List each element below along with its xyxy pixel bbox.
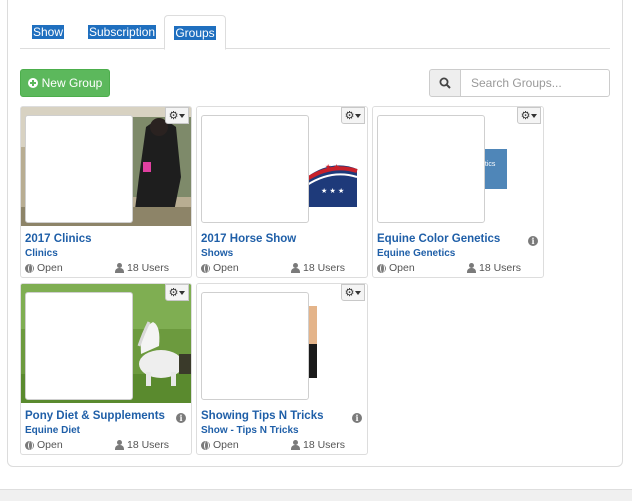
new-group-button[interactable]: New Group xyxy=(20,69,110,97)
group-title[interactable]: Equine Color Genetics xyxy=(377,233,500,245)
group-card[interactable]: ⚙ Pony Diet & Supplements i Equine Diet … xyxy=(20,283,192,455)
tab-label: Subscription xyxy=(88,25,157,39)
chevron-down-icon xyxy=(179,290,186,295)
group-thumbnail xyxy=(201,115,309,223)
user-icon xyxy=(466,263,476,273)
group-image: ⚙ xyxy=(21,107,191,226)
group-card[interactable]: ⚙ Showing Tips N Tricks i Show - Tips N … xyxy=(196,283,368,455)
user-icon xyxy=(114,440,124,450)
card-options-button[interactable]: ⚙ xyxy=(341,284,365,301)
group-thumbnail xyxy=(25,292,133,400)
gear-icon: ⚙ xyxy=(168,286,179,299)
gear-icon: ⚙ xyxy=(520,109,531,122)
tab-label: Show xyxy=(32,25,65,39)
group-users: 18 Users xyxy=(466,262,521,274)
group-status: Open xyxy=(25,439,63,451)
svg-text:★ ★ ★: ★ ★ ★ xyxy=(321,187,344,195)
group-status: Open xyxy=(201,262,239,274)
status-text: Open xyxy=(37,439,63,451)
globe-icon xyxy=(201,440,210,450)
group-card[interactable]: ★ ★ ★ ★ ★ ⚙ 2017 Horse Show Shows Open 1… xyxy=(196,106,368,278)
group-users: 18 Users xyxy=(114,262,169,274)
group-title[interactable]: Pony Diet & Supplements xyxy=(25,410,165,422)
status-text: Open xyxy=(389,262,415,274)
users-count: 18 Users xyxy=(302,439,345,451)
globe-icon xyxy=(201,263,210,273)
globe-icon xyxy=(25,263,34,273)
tab-subscription[interactable]: Subscription xyxy=(88,15,157,49)
group-subtitle[interactable]: Equine Diet xyxy=(25,425,80,436)
gear-icon: ⚙ xyxy=(344,109,355,122)
group-status: Open xyxy=(201,439,239,451)
group-title[interactable]: 2017 Horse Show xyxy=(201,233,296,245)
card-options-button[interactable]: ⚙ xyxy=(165,284,189,301)
group-thumbnail xyxy=(25,115,133,223)
globe-icon xyxy=(377,263,386,273)
chevron-down-icon xyxy=(355,113,362,118)
users-count: 18 Users xyxy=(126,262,169,274)
group-status: Open xyxy=(377,262,415,274)
users-count: 18 Users xyxy=(302,262,345,274)
tab-show[interactable]: Show xyxy=(32,15,65,49)
users-count: 18 Users xyxy=(478,262,521,274)
search-input[interactable] xyxy=(460,69,610,97)
info-icon[interactable]: i xyxy=(528,236,538,246)
group-subtitle[interactable]: Clinics xyxy=(25,248,58,259)
card-options-button[interactable]: ⚙ xyxy=(165,107,189,124)
status-text: Open xyxy=(37,262,63,274)
group-thumbnail xyxy=(377,115,485,223)
chevron-down-icon xyxy=(531,113,538,118)
group-subtitle[interactable]: Equine Genetics xyxy=(377,248,455,259)
group-card[interactable]: etics ⚙ Equine Color Genetics i Equine G… xyxy=(372,106,544,278)
group-status: Open xyxy=(25,262,63,274)
search-button[interactable] xyxy=(429,69,461,97)
status-text: Open xyxy=(213,262,239,274)
group-thumbnail xyxy=(201,292,309,400)
gear-icon: ⚙ xyxy=(168,109,179,122)
chevron-down-icon xyxy=(179,113,186,118)
status-text: Open xyxy=(213,439,239,451)
group-image: ★ ★ ★ ★ ★ ⚙ xyxy=(197,107,367,226)
plus-circle-icon xyxy=(27,78,38,88)
globe-icon xyxy=(25,440,34,450)
group-title[interactable]: Showing Tips N Tricks xyxy=(201,410,323,422)
group-users: 18 Users xyxy=(290,439,345,451)
group-subtitle[interactable]: Shows xyxy=(201,248,233,259)
group-title[interactable]: 2017 Clinics xyxy=(25,233,91,245)
info-icon[interactable]: i xyxy=(352,413,362,423)
page-footer-bar xyxy=(0,489,632,501)
card-options-button[interactable]: ⚙ xyxy=(517,107,541,124)
group-image: etics ⚙ xyxy=(373,107,543,226)
gear-icon: ⚙ xyxy=(344,286,355,299)
user-icon xyxy=(290,440,300,450)
users-count: 18 Users xyxy=(126,439,169,451)
info-icon[interactable]: i xyxy=(176,413,186,423)
tab-label: Groups xyxy=(174,26,216,40)
card-options-button[interactable]: ⚙ xyxy=(341,107,365,124)
group-users: 18 Users xyxy=(290,262,345,274)
svg-text:★ ★: ★ ★ xyxy=(325,163,340,171)
group-image: ⚙ xyxy=(197,284,367,403)
group-card[interactable]: ⚙ 2017 Clinics Clinics Open 18 Users xyxy=(20,106,192,278)
group-subtitle[interactable]: Show - Tips N Tricks xyxy=(201,425,299,436)
group-users: 18 Users xyxy=(114,439,169,451)
tab-bar: Show Subscription Groups xyxy=(20,15,610,50)
tab-groups[interactable]: Groups xyxy=(164,15,226,50)
user-icon xyxy=(114,263,124,273)
chevron-down-icon xyxy=(355,290,362,295)
new-group-label: New Group xyxy=(41,76,103,90)
user-icon xyxy=(290,263,300,273)
group-image: ⚙ xyxy=(21,284,191,403)
search-icon xyxy=(439,77,451,89)
